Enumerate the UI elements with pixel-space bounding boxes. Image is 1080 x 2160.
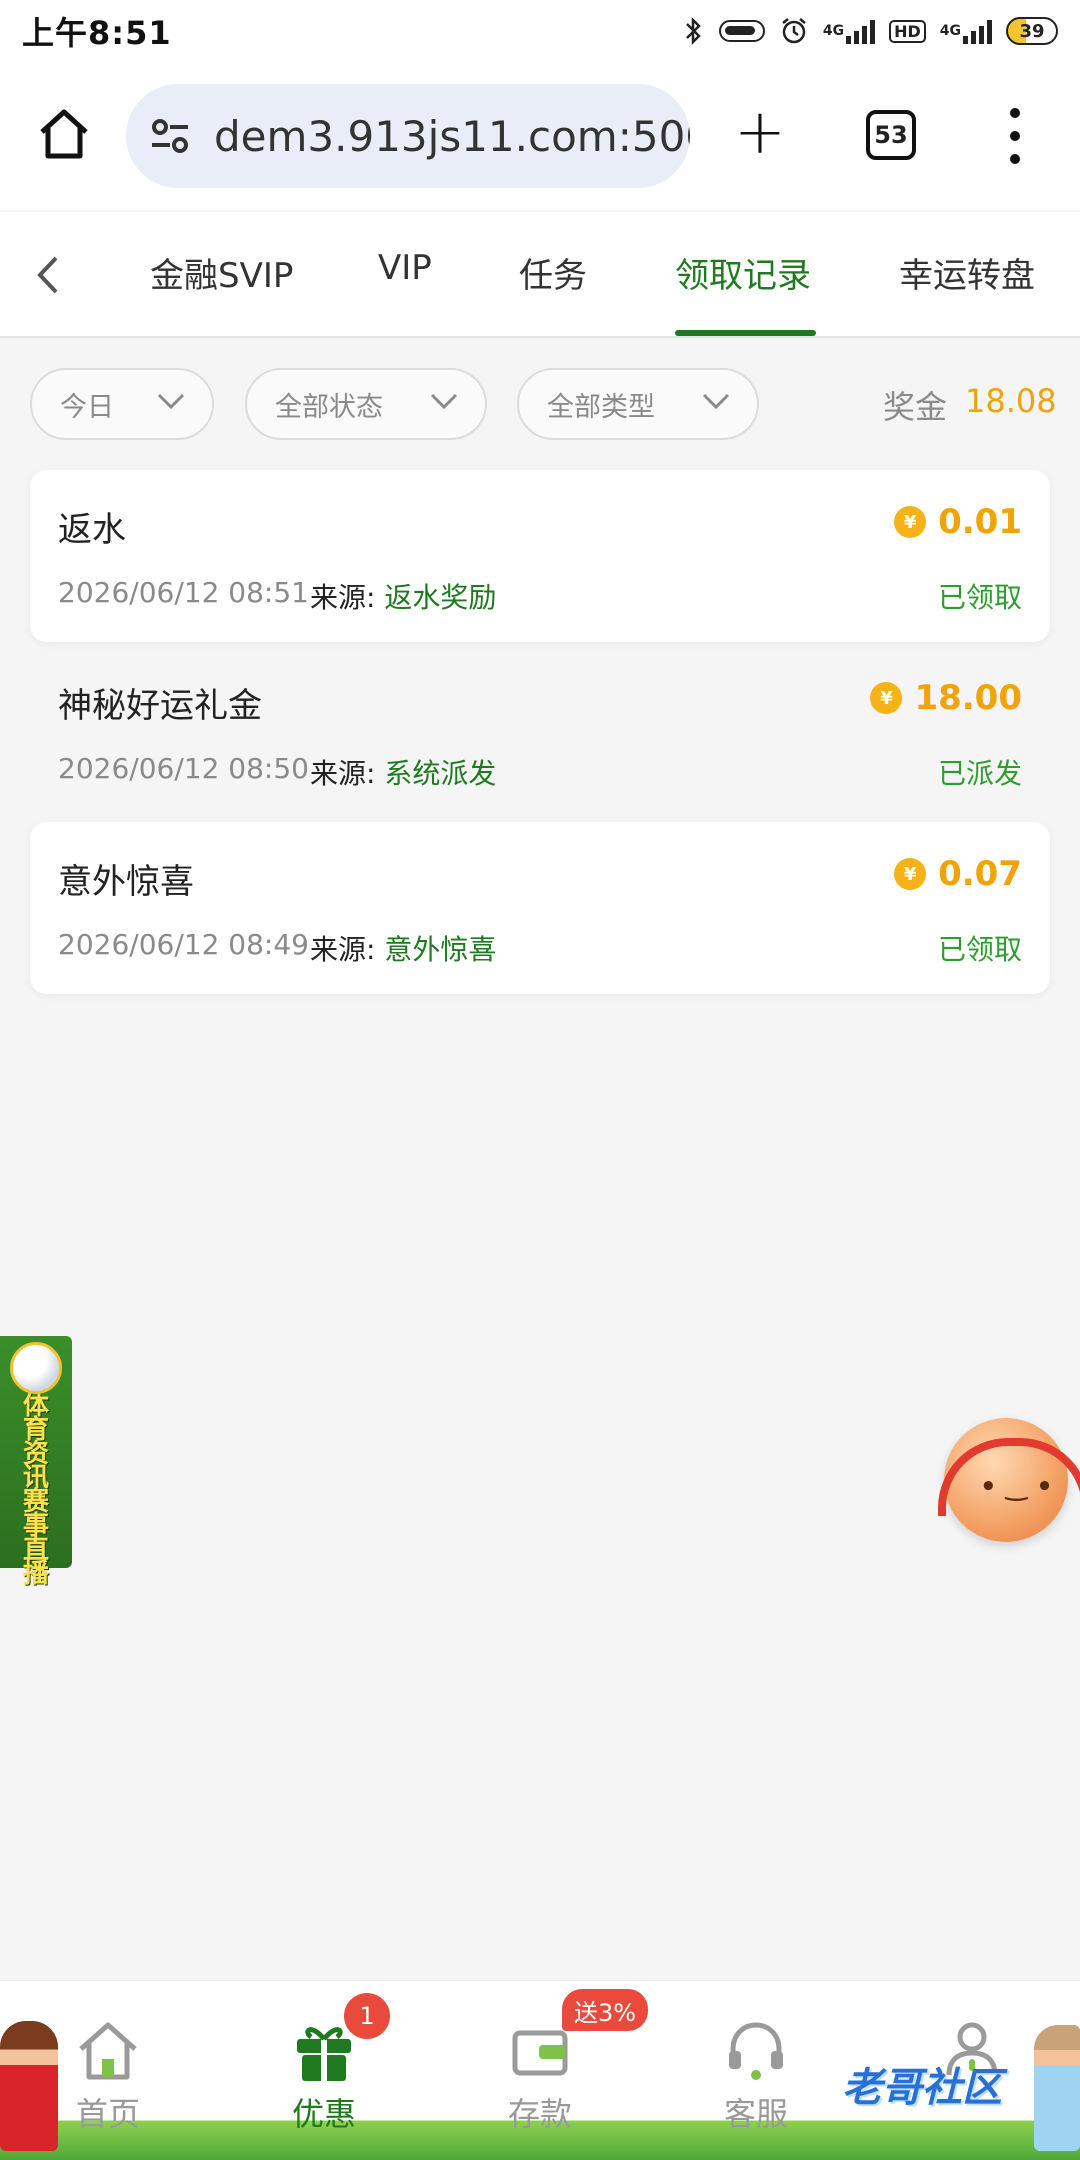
source-label: 来源: bbox=[310, 933, 376, 966]
record-date: 2026/06/12 08:51 bbox=[58, 576, 309, 609]
tab-finance-svip[interactable]: 金融SVIP bbox=[150, 248, 293, 297]
record-status: 已领取 bbox=[937, 581, 1022, 614]
record-item[interactable]: 返水 ¥0.01 2026/06/12 08:51 来源: 返水奖励 已领取 bbox=[30, 470, 1050, 642]
record-status: 已派发 bbox=[937, 757, 1022, 790]
sports-news-banner[interactable]: 体 育 资 讯 赛 事 直 播 bbox=[0, 1336, 72, 1587]
record-amount: ¥18.00 bbox=[870, 678, 1022, 718]
active-tab-indicator bbox=[675, 330, 816, 336]
date-filter-dropdown[interactable]: 今日 bbox=[30, 368, 214, 440]
hd-voice-icon: HD bbox=[889, 19, 926, 43]
battery-icon: 39 bbox=[1006, 17, 1058, 45]
status-icons: 4G HD 4G 39 bbox=[683, 16, 1058, 46]
date-filter-value: 今日 bbox=[60, 391, 114, 423]
nav-home[interactable]: 首页 bbox=[48, 2015, 168, 2135]
promotions-badge: 1 bbox=[344, 1993, 390, 2039]
record-item[interactable]: 意外惊喜 ¥0.07 2026/06/12 08:49 来源: 意外惊喜 已领取 bbox=[30, 822, 1050, 994]
record-date: 2026/06/12 08:50 bbox=[58, 752, 309, 785]
source-value: 系统派发 bbox=[384, 757, 497, 790]
record-amount: ¥0.07 bbox=[894, 854, 1022, 894]
record-title: 意外惊喜 bbox=[58, 862, 194, 902]
browser-toolbar: dem3.913js11.com:5001 + 53 bbox=[0, 62, 1080, 210]
chevron-down-icon bbox=[157, 393, 185, 410]
tab-vip[interactable]: VIP bbox=[378, 248, 432, 288]
tab-claim-records[interactable]: 领取记录 bbox=[675, 248, 811, 297]
record-date: 2026/06/12 08:49 bbox=[58, 928, 309, 961]
chevron-down-icon bbox=[702, 393, 730, 410]
source-label: 来源: bbox=[310, 757, 376, 790]
home-icon[interactable] bbox=[34, 104, 94, 164]
record-amount-value: 0.01 bbox=[938, 502, 1022, 542]
status-filter-value: 全部状态 bbox=[275, 391, 383, 423]
record-status: 已领取 bbox=[937, 933, 1022, 966]
nav-deposit-label: 存款 bbox=[507, 2095, 572, 2133]
coin-icon: ¥ bbox=[870, 682, 903, 714]
status-time: 上午8:51 bbox=[22, 14, 172, 52]
record-source: 来源: 意外惊喜 bbox=[310, 928, 496, 968]
type-filter-dropdown[interactable]: 全部类型 bbox=[517, 368, 759, 440]
nav-customer-service[interactable]: 客服 bbox=[696, 2015, 816, 2135]
coin-icon: ¥ bbox=[894, 858, 927, 890]
record-title: 神秘好运礼金 bbox=[58, 686, 262, 726]
mascot-face-icon: • ‿ • bbox=[980, 1472, 1053, 1502]
bluetooth-icon bbox=[685, 16, 701, 46]
headset-icon bbox=[729, 2022, 783, 2080]
nav-deposit[interactable]: 存款 bbox=[480, 2015, 600, 2135]
record-amount: ¥0.01 bbox=[894, 502, 1022, 542]
source-label: 来源: bbox=[310, 581, 376, 614]
record-source: 来源: 系统派发 bbox=[310, 752, 496, 792]
site-settings-icon[interactable] bbox=[148, 114, 192, 158]
url-text: dem3.913js11.com:5001 bbox=[214, 111, 690, 161]
alarm-icon bbox=[782, 18, 806, 44]
status-filter-dropdown[interactable]: 全部状态 bbox=[245, 368, 487, 440]
banner-char: 播 bbox=[22, 1559, 49, 1589]
nav-home-label: 首页 bbox=[75, 2095, 140, 2133]
bonus-total-label: 奖金 bbox=[883, 388, 948, 426]
nav-promotions-label: 优惠 bbox=[291, 2095, 356, 2133]
home-icon bbox=[79, 2022, 137, 2080]
status-bar: 上午8:51 4G HD 4G 39 bbox=[0, 0, 1080, 62]
browser-menu-button[interactable] bbox=[1000, 108, 1030, 164]
customer-service-float-button[interactable]: • ‿ • bbox=[938, 1418, 1080, 1542]
source-value: 返水奖励 bbox=[384, 581, 497, 614]
deposit-bonus-badge: 送3% bbox=[562, 1989, 649, 2031]
tab-lucky-wheel[interactable]: 幸运转盘 bbox=[899, 248, 1035, 297]
chevron-down-icon bbox=[430, 393, 458, 410]
promo-nav-tabs: 金融SVIP VIP 任务 领取记录 幸运转盘 bbox=[0, 212, 1080, 338]
coin-icon: ¥ bbox=[894, 506, 927, 538]
signal-4g-icon-2: 4G bbox=[940, 18, 992, 44]
data-saver-icon bbox=[718, 20, 765, 42]
address-bar[interactable]: dem3.913js11.com:5001 bbox=[126, 84, 690, 188]
type-filter-value: 全部类型 bbox=[547, 391, 655, 423]
soccer-ball-icon bbox=[10, 1342, 62, 1394]
bonus-total-value: 18.08 bbox=[965, 382, 1057, 420]
record-item[interactable]: 神秘好运礼金 ¥18.00 2026/06/12 08:50 来源: 系统派发 … bbox=[30, 646, 1050, 818]
signal-4g-icon-1: 4G bbox=[822, 18, 876, 44]
nav-customer-service-label: 客服 bbox=[723, 2095, 788, 2133]
watermark-logo: 老哥社区 bbox=[842, 2065, 1002, 2111]
record-title: 返水 bbox=[58, 510, 126, 550]
network-type-1: 4G bbox=[822, 23, 845, 39]
record-source: 来源: 返水奖励 bbox=[310, 576, 496, 616]
source-value: 意外惊喜 bbox=[384, 933, 497, 966]
bottom-navigation: 首页 优惠 1 存款 送3% 客服 老哥社区 bbox=[0, 1980, 1080, 2160]
network-type-2: 4G bbox=[939, 23, 961, 39]
record-amount-value: 18.00 bbox=[914, 678, 1022, 718]
tab-tasks[interactable]: 任务 bbox=[519, 248, 587, 297]
record-amount-value: 0.07 bbox=[938, 854, 1022, 894]
new-tab-button[interactable]: + bbox=[730, 101, 790, 164]
back-icon[interactable] bbox=[28, 250, 68, 300]
tab-switcher-button[interactable]: 53 bbox=[866, 110, 916, 160]
